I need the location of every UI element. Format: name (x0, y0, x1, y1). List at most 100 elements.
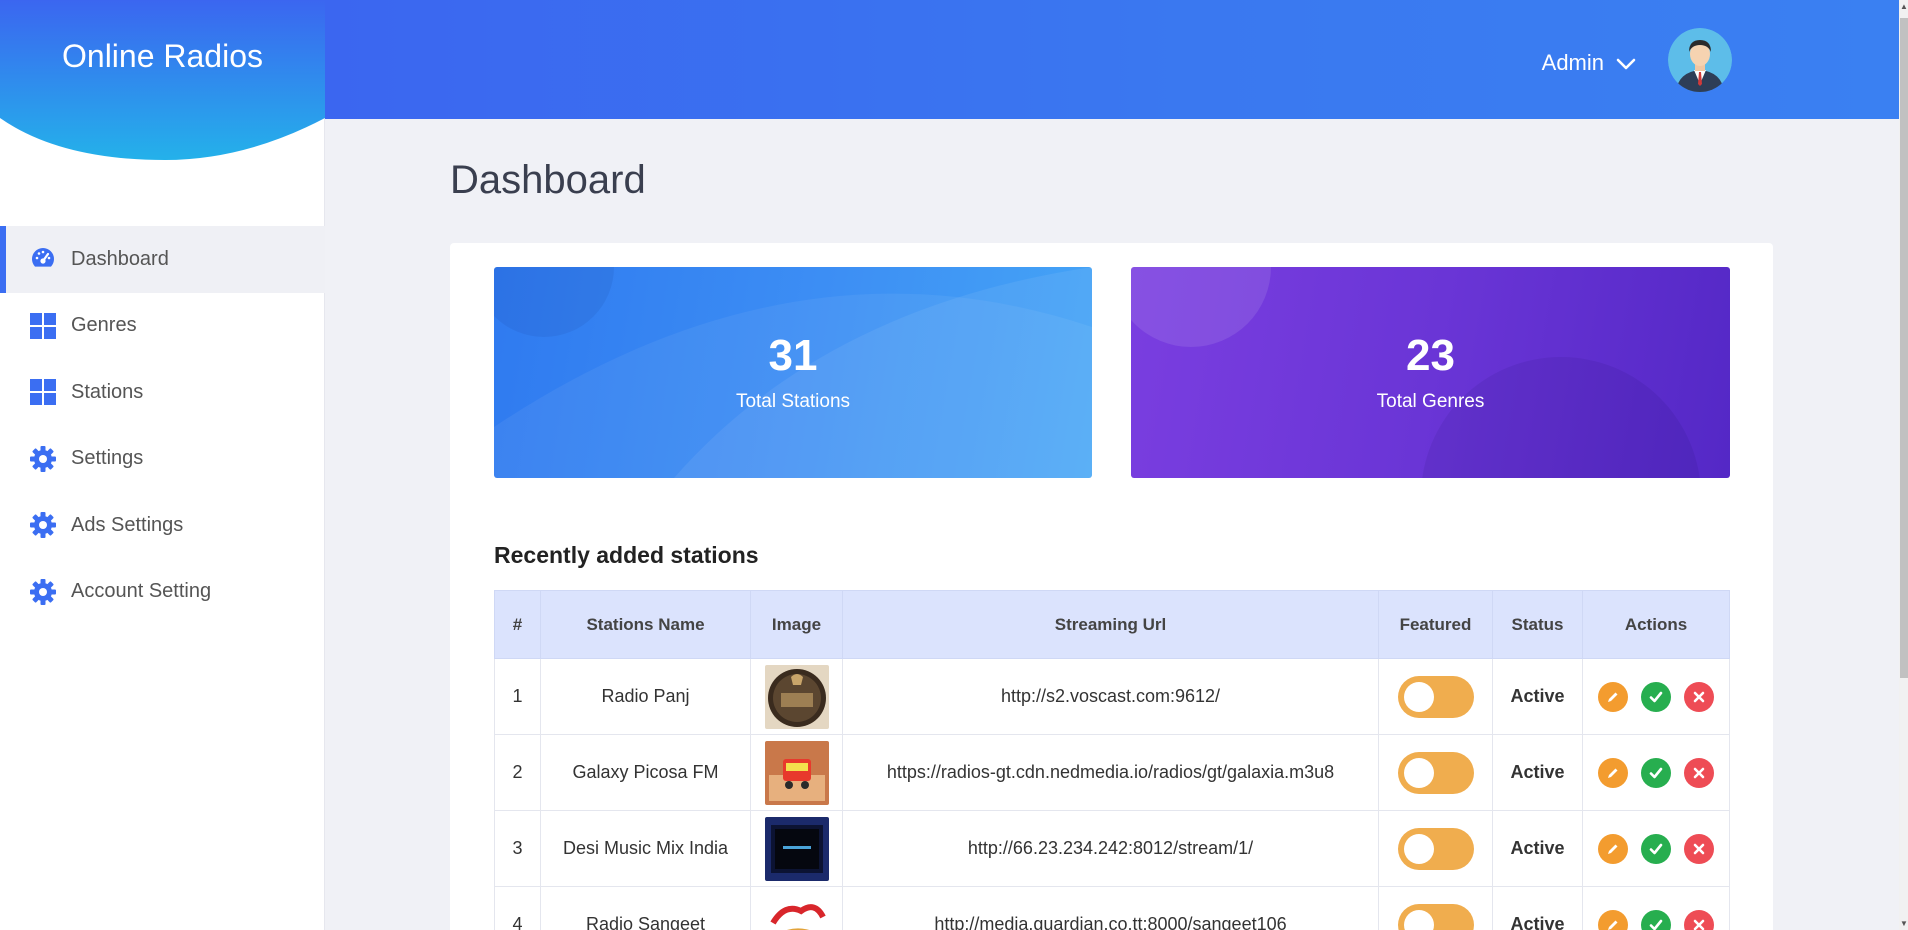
sidebar-item-account-setting[interactable]: Account Setting (0, 559, 325, 626)
sidebar-item-genres[interactable]: Genres (0, 293, 325, 360)
sidebar-item-label: Settings (71, 447, 144, 470)
check-icon (1649, 691, 1663, 702)
scroll-up-arrow-icon[interactable]: ▲ (1900, 2, 1908, 11)
grid-icon (28, 311, 58, 341)
station-logo-image (764, 664, 829, 729)
stations-table: # Stations Name Image Streaming Url Feat… (494, 590, 1730, 930)
stat-label: Total Genres (1376, 391, 1485, 412)
status-badge: Active (1492, 734, 1583, 811)
approve-button[interactable] (1641, 681, 1671, 712)
stat-value: 31 (768, 331, 818, 380)
page-scrollbar[interactable]: ▲ ▼ (1899, 0, 1908, 930)
delete-button[interactable] (1684, 757, 1715, 788)
table-row: 3 Desi Music Mix India http://66.23.234.… (494, 810, 1730, 887)
column-header: Status (1492, 590, 1583, 659)
stat-card-total-genres[interactable]: 23 Total Genres (1131, 267, 1730, 478)
approve-button[interactable] (1641, 757, 1671, 788)
edit-button[interactable] (1597, 681, 1628, 712)
status-badge: Active (1492, 810, 1583, 887)
sidebar-nav: Dashboard Genres Stations Settings Ads S… (0, 226, 325, 625)
brand-header: Online Radios (0, 0, 325, 160)
featured-toggle[interactable] (1397, 827, 1474, 870)
close-icon (1693, 843, 1705, 854)
streaming-url[interactable]: https://radios-gt.cdn.nedmedia.io/radios… (842, 734, 1379, 811)
approve-button[interactable] (1641, 909, 1671, 930)
row-number: 4 (494, 886, 541, 930)
close-icon (1693, 767, 1705, 778)
close-icon (1693, 691, 1705, 702)
sidebar: Online Radios Dashboard Genres Stations … (0, 0, 325, 930)
featured-toggle[interactable] (1397, 903, 1474, 930)
check-icon (1649, 767, 1663, 778)
sidebar-item-label: Stations (71, 380, 144, 403)
page-title: Dashboard (450, 158, 646, 202)
edit-button[interactable] (1597, 909, 1628, 930)
column-header: Image (750, 590, 843, 659)
column-header: Stations Name (540, 590, 751, 659)
stat-value: 23 (1406, 331, 1455, 380)
pencil-icon (1607, 844, 1618, 854)
station-name: Radio Panj (540, 658, 751, 735)
approve-button[interactable] (1641, 833, 1671, 864)
sidebar-item-label: Dashboard (71, 247, 169, 270)
sidebar-item-label: Account Setting (71, 580, 212, 603)
grid-icon (28, 377, 58, 407)
station-name: Radio Sangeet (540, 886, 751, 930)
toggle-knob (1403, 909, 1434, 930)
gear-icon (28, 510, 58, 540)
column-header: Featured (1378, 590, 1493, 659)
table-header-row: # Stations Name Image Streaming Url Feat… (494, 590, 1730, 659)
sidebar-item-ads-settings[interactable]: Ads Settings (0, 492, 325, 559)
gear-icon (28, 577, 58, 607)
station-logo-image (764, 740, 829, 805)
streaming-url[interactable]: http://media.guardian.co.tt:8000/sangeet… (842, 886, 1379, 930)
sidebar-item-stations[interactable]: Stations (0, 359, 325, 426)
sidebar-item-label: Ads Settings (71, 513, 184, 536)
table-row: 4 Radio Sangeet http://media.guardian.co… (494, 886, 1730, 930)
scroll-down-arrow-icon[interactable]: ▼ (1900, 919, 1908, 928)
column-header: # (494, 590, 541, 659)
streaming-url[interactable]: http://s2.voscast.com:9612/ (842, 658, 1379, 735)
check-icon (1649, 843, 1663, 854)
status-badge: Active (1492, 886, 1583, 930)
user-menu-toggle[interactable]: Admin (1542, 50, 1636, 76)
edit-button[interactable] (1597, 833, 1628, 864)
delete-button[interactable] (1684, 909, 1715, 930)
pencil-icon (1607, 692, 1618, 702)
column-header: Streaming Url (842, 590, 1379, 659)
station-logo-image (764, 816, 829, 881)
row-number: 3 (494, 810, 541, 887)
section-title: Recently added stations (494, 542, 759, 568)
station-name: Galaxy Picosa FM (540, 734, 751, 811)
featured-toggle[interactable] (1397, 675, 1474, 718)
scrollbar-thumb[interactable] (1900, 18, 1908, 678)
row-number: 1 (494, 658, 541, 735)
toggle-knob (1403, 833, 1434, 864)
delete-button[interactable] (1684, 833, 1715, 864)
status-badge: Active (1492, 658, 1583, 735)
check-icon (1649, 919, 1663, 930)
streaming-url[interactable]: http://66.23.234.242:8012/stream/1/ (842, 810, 1379, 887)
gear-icon (28, 444, 58, 474)
edit-button[interactable] (1597, 757, 1628, 788)
toggle-knob (1403, 757, 1434, 788)
delete-button[interactable] (1684, 681, 1715, 712)
avatar[interactable] (1668, 28, 1732, 92)
toggle-knob (1403, 681, 1434, 712)
station-logo-image (764, 892, 829, 930)
pencil-icon (1607, 920, 1618, 930)
sidebar-item-dashboard[interactable]: Dashboard (0, 226, 325, 293)
sidebar-item-settings[interactable]: Settings (0, 426, 325, 493)
top-bar: Admin (325, 0, 1899, 119)
user-name: Admin (1541, 50, 1604, 75)
row-number: 2 (494, 734, 541, 811)
sidebar-item-label: Genres (71, 314, 137, 337)
stat-card-total-stations[interactable]: 31 Total Stations (494, 267, 1092, 478)
column-header: Actions (1582, 590, 1730, 659)
featured-toggle[interactable] (1397, 751, 1474, 794)
pencil-icon (1607, 768, 1618, 778)
stat-label: Total Stations (735, 391, 851, 412)
close-icon (1693, 919, 1705, 930)
app-title[interactable]: Online Radios (0, 38, 325, 75)
brand-background (0, 0, 325, 160)
